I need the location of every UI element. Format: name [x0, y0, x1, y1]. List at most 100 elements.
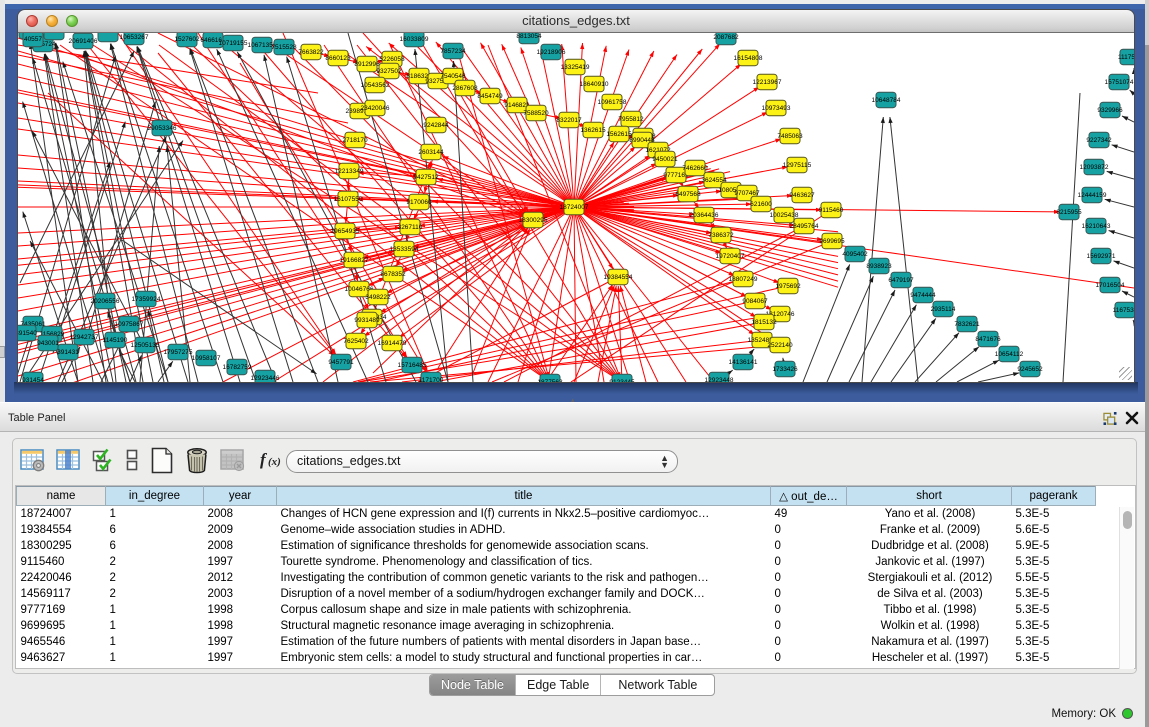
svg-text:10975867: 10975867: [115, 321, 144, 328]
svg-text:14136141: 14136141: [729, 359, 758, 366]
svg-text:9327502: 9327502: [376, 68, 402, 75]
svg-text:(x): (x): [268, 456, 281, 468]
svg-text:9084067: 9084067: [742, 298, 768, 305]
svg-text:7540546: 7540546: [440, 73, 466, 80]
svg-text:17016504: 17016504: [1096, 282, 1125, 289]
svg-text:18300295: 18300295: [519, 217, 548, 224]
svg-text:7386372: 7386372: [708, 232, 734, 239]
svg-text:16914479: 16914479: [378, 340, 407, 347]
svg-text:7588520: 7588520: [523, 110, 549, 117]
svg-text:9457791: 9457791: [328, 359, 354, 366]
svg-text:12923446: 12923446: [251, 375, 280, 382]
svg-text:10719155: 10719155: [219, 40, 248, 47]
svg-text:1167534: 1167534: [1113, 307, 1134, 314]
svg-text:7663822: 7663822: [298, 49, 324, 56]
svg-text:7485063: 7485063: [777, 133, 803, 140]
svg-text:391540: 391540: [18, 330, 37, 337]
svg-text:17359924: 17359924: [132, 296, 161, 303]
svg-text:18640910: 18640910: [580, 81, 609, 88]
svg-text:15716485: 15716485: [398, 362, 427, 369]
svg-text:16107550: 16107550: [334, 196, 363, 203]
svg-text:9931489: 9931489: [354, 317, 380, 324]
svg-text:23420046: 23420046: [361, 105, 390, 112]
svg-text:931454: 931454: [22, 377, 44, 382]
svg-text:1815132: 1815132: [751, 319, 777, 326]
svg-text:1877563: 1877563: [537, 379, 563, 382]
svg-text:16210643: 16210643: [1082, 223, 1111, 230]
svg-text:8938923: 8938923: [866, 263, 892, 270]
svg-text:9329966: 9329966: [1097, 107, 1123, 114]
svg-text:20691406: 20691406: [69, 38, 98, 45]
svg-text:10961758: 10961758: [598, 99, 627, 106]
svg-text:9123445: 9123445: [609, 379, 635, 382]
svg-text:6497568: 6497568: [675, 191, 701, 198]
svg-text:621600: 621600: [750, 201, 772, 208]
svg-text:15751074: 15751074: [1105, 79, 1134, 86]
svg-text:9242844: 9242844: [423, 122, 449, 129]
svg-text:10543562: 10543562: [361, 82, 390, 89]
svg-text:1117542: 1117542: [1118, 54, 1134, 61]
svg-text:7462660: 7462660: [682, 165, 708, 172]
svg-text:15692971: 15692971: [1087, 253, 1116, 260]
svg-text:8660123: 8660123: [325, 55, 351, 62]
svg-text:7625402: 7625402: [343, 338, 369, 345]
svg-text:5226058: 5226058: [379, 56, 405, 63]
svg-text:1145190: 1145190: [103, 337, 128, 344]
svg-text:20206556: 20206556: [91, 298, 120, 305]
svg-text:1171700: 1171700: [419, 377, 444, 382]
svg-text:29053346: 29053346: [148, 125, 177, 132]
svg-text:9699695: 9699695: [819, 238, 845, 245]
svg-text:391431: 391431: [57, 349, 79, 356]
svg-text:28495764: 28495764: [790, 223, 819, 230]
svg-text:12444159: 12444159: [1078, 192, 1107, 199]
svg-text:9170060: 9170060: [406, 199, 432, 206]
svg-text:18807249: 18807249: [729, 276, 758, 283]
svg-text:9463627: 9463627: [789, 192, 815, 199]
svg-text:9474444: 9474444: [910, 292, 936, 299]
svg-text:19720407: 19720407: [716, 253, 745, 260]
svg-text:1562615: 1562615: [606, 131, 632, 138]
svg-text:40557: 40557: [24, 36, 42, 43]
svg-text:2867608: 2867608: [452, 85, 478, 92]
svg-text:1362615: 1362615: [580, 127, 606, 134]
svg-text:10648784: 10648784: [872, 97, 901, 104]
svg-text:16154808: 16154808: [734, 55, 763, 62]
svg-text:10654112: 10654112: [995, 351, 1024, 358]
svg-text:2718170: 2718170: [342, 137, 368, 144]
svg-text:1975692: 1975692: [775, 283, 801, 290]
svg-text:8322017: 8322017: [556, 117, 582, 124]
svg-text:f: f: [260, 450, 268, 469]
svg-text:19654935: 19654935: [331, 228, 360, 235]
svg-text:7955812: 7955812: [618, 116, 644, 123]
svg-text:2603144: 2603144: [418, 149, 444, 156]
svg-text:9427512: 9427512: [413, 174, 439, 181]
svg-text:13533594: 13533594: [390, 246, 419, 253]
svg-text:1733426: 1733426: [772, 366, 798, 373]
svg-text:16782759: 16782759: [223, 364, 252, 371]
svg-text:10973493: 10973493: [762, 105, 791, 112]
svg-text:10025438: 10025438: [770, 212, 799, 219]
svg-text:12213967: 12213967: [753, 79, 782, 86]
svg-text:20364436: 20364436: [690, 212, 719, 219]
svg-text:2087682: 2087682: [713, 34, 739, 41]
svg-text:12213349: 12213349: [335, 168, 364, 175]
svg-text:8471676: 8471676: [975, 336, 1001, 343]
svg-text:19384554: 19384554: [604, 274, 633, 281]
svg-text:1527602: 1527602: [174, 36, 200, 43]
svg-text:7832621: 7832621: [954, 321, 980, 328]
svg-text:19218906: 19218906: [537, 49, 566, 56]
svg-text:9115460: 9115460: [819, 207, 844, 214]
svg-text:943001: 943001: [37, 340, 59, 347]
svg-text:2522140: 2522140: [767, 342, 793, 349]
svg-text:13325419: 13325419: [561, 64, 590, 71]
svg-text:8813054: 8813054: [516, 33, 542, 40]
svg-text:10653267: 10653267: [120, 34, 149, 41]
svg-text:9245652: 9245652: [1017, 366, 1043, 373]
svg-text:12505135: 12505135: [131, 342, 160, 349]
svg-text:12975115: 12975115: [783, 162, 812, 169]
svg-text:10958107: 10958107: [192, 355, 221, 362]
svg-text:19166827: 19166827: [340, 257, 369, 264]
svg-text:8215955: 8215955: [1056, 209, 1082, 216]
svg-text:8912996: 8912996: [354, 61, 380, 68]
svg-text:6479197: 6479197: [888, 277, 914, 284]
